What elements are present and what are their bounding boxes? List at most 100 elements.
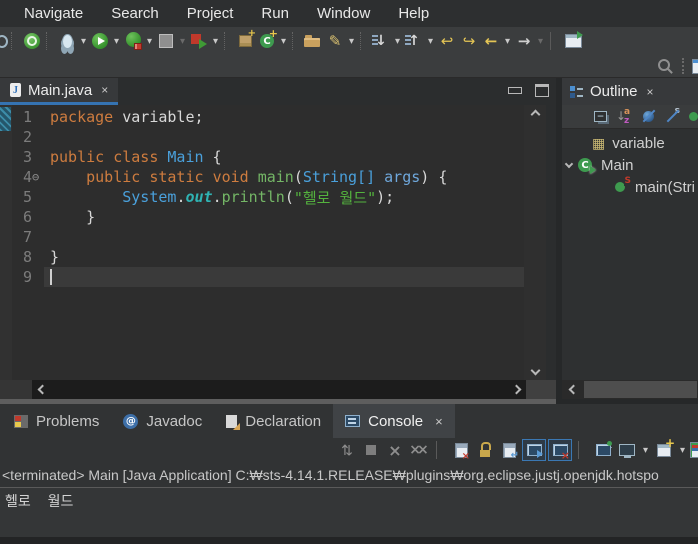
debug-icon[interactable] [56, 30, 78, 52]
outline-tab[interactable]: Outline × [562, 78, 698, 105]
scroll-left-icon[interactable] [32, 380, 52, 399]
tab-main-java[interactable]: Main.java × [0, 78, 119, 105]
scroll-down-icon[interactable] [530, 365, 540, 376]
outline-item-main[interactable]: C Main [562, 154, 698, 176]
code-line[interactable] [44, 227, 524, 247]
relaunch-icon[interactable] [336, 440, 358, 460]
open-task-dropdown-icon[interactable] [346, 30, 357, 52]
vertical-scrollbar[interactable] [524, 105, 546, 380]
code-line[interactable]: System. out. println("헬로 월드"); [44, 187, 524, 207]
next-edit-location-icon[interactable] [458, 30, 480, 52]
profile-dropdown-icon[interactable] [177, 30, 188, 52]
hide-static-icon[interactable] [664, 106, 681, 125]
code-line[interactable]: public static void main(String[] args) { [44, 167, 524, 187]
line-number[interactable]: 5 [12, 187, 44, 207]
code-line[interactable]: package variable; [44, 107, 524, 127]
clear-console-icon[interactable] [450, 440, 472, 462]
forward-icon[interactable] [513, 30, 535, 52]
open-folder-icon[interactable] [302, 30, 324, 52]
quick-search-icon[interactable] [654, 55, 676, 77]
coverage-icon[interactable] [122, 30, 144, 52]
search-icon[interactable] [0, 30, 8, 52]
code-line[interactable] [44, 267, 524, 287]
code-line[interactable]: } [44, 247, 524, 267]
code-line[interactable]: } [44, 207, 524, 227]
chevron-down-icon[interactable] [564, 159, 574, 169]
menu-project[interactable]: Project [173, 5, 248, 22]
next-annotation-icon[interactable] [370, 30, 392, 52]
tab-console[interactable]: Console × [333, 404, 455, 438]
show-stdout-icon[interactable] [522, 439, 546, 461]
open-console-dropdown-icon[interactable] [677, 439, 688, 461]
code-editor[interactable]: 1 2 3 4 ⊖ 5 6 7 8 9 package variable; public class… [0, 105, 556, 380]
console-list-icon[interactable] [690, 440, 698, 460]
line-number[interactable]: 7 [12, 227, 44, 247]
terminate-icon[interactable] [360, 440, 382, 460]
menu-help[interactable]: Help [384, 5, 443, 22]
scroll-lock-icon[interactable] [474, 440, 496, 460]
new-class-icon[interactable] [256, 27, 278, 52]
perspective-java-icon[interactable] [692, 55, 698, 77]
line-number[interactable]: 2 [12, 127, 44, 147]
outline-close-icon[interactable]: × [647, 85, 654, 99]
remove-launch-icon[interactable] [384, 440, 406, 460]
code-line[interactable] [44, 127, 524, 147]
sort-icon[interactable]: ↓ a z [616, 107, 633, 126]
word-wrap-icon[interactable] [498, 440, 520, 461]
terminate-relaunch-dropdown-icon[interactable] [210, 30, 221, 52]
debug-dropdown-icon[interactable] [78, 30, 89, 52]
open-task-icon[interactable] [324, 30, 346, 52]
code-area[interactable]: package variable; public class Main { pub… [44, 105, 524, 380]
outline-item-mainstri[interactable]: main(Stri [562, 176, 698, 198]
terminate-relaunch-icon[interactable] [188, 30, 210, 52]
run-last-launched-icon[interactable] [21, 30, 43, 52]
minimize-icon[interactable] [508, 84, 522, 96]
menu-navigate[interactable]: Navigate [10, 5, 97, 22]
display-console-icon[interactable] [616, 440, 638, 460]
profile-icon[interactable] [155, 30, 177, 52]
coverage-dropdown-icon[interactable] [144, 30, 155, 52]
tab-javadoc[interactable]: Javadoc [111, 404, 214, 438]
back-icon[interactable] [480, 30, 502, 52]
menu-run[interactable]: Run [247, 5, 303, 22]
line-number[interactable]: 4 ⊖ [12, 167, 44, 187]
forward-dropdown-icon[interactable] [535, 30, 546, 52]
remove-all-terminated-icon[interactable] [408, 440, 430, 460]
console-output[interactable]: 헬로 월드 [0, 488, 698, 537]
line-number-gutter[interactable]: 1 2 3 4 ⊖ 5 6 7 8 9 [12, 105, 44, 380]
menu-search[interactable]: Search [97, 5, 173, 22]
line-number[interactable]: 1 [12, 107, 44, 127]
run-icon[interactable] [89, 30, 111, 52]
scroll-up-icon[interactable] [530, 109, 540, 120]
scroll-right-icon[interactable] [506, 380, 526, 399]
outline-item-variable[interactable]: ▦ variable [562, 132, 698, 154]
line-number[interactable]: 3 [12, 147, 44, 167]
display-console-dropdown-icon[interactable] [640, 439, 651, 461]
annotation-ruler[interactable] [0, 105, 12, 380]
toolbar-handle[interactable] [682, 58, 688, 74]
last-edit-location-icon[interactable] [436, 30, 458, 52]
open-console-icon[interactable] [653, 436, 675, 460]
tab-close-icon[interactable]: × [435, 414, 443, 429]
new-class-dropdown-icon[interactable] [278, 30, 289, 52]
menu-window[interactable]: Window [303, 5, 384, 22]
run-dropdown-icon[interactable] [111, 30, 122, 52]
collapse-all-icon[interactable] [592, 108, 609, 125]
back-dropdown-icon[interactable] [502, 30, 513, 52]
scroll-left-icon[interactable] [562, 380, 584, 399]
line-number[interactable]: 9 [12, 267, 44, 287]
previous-annotation-dropdown-icon[interactable] [425, 30, 436, 52]
next-annotation-dropdown-icon[interactable] [392, 30, 403, 52]
tab-declaration[interactable]: Declaration [214, 404, 333, 438]
line-number[interactable]: 6 [12, 207, 44, 227]
outline-scrollbar[interactable] [562, 380, 698, 399]
open-perspective-icon[interactable] [562, 30, 584, 52]
tab-close-icon[interactable]: × [101, 83, 108, 97]
code-line[interactable]: public class Main { [44, 147, 524, 167]
maximize-icon[interactable] [535, 84, 549, 97]
hide-fields-icon[interactable] [640, 108, 657, 125]
tab-problems[interactable]: Problems [2, 404, 111, 438]
scrollbar-track[interactable] [52, 380, 506, 399]
horizontal-scrollbar[interactable] [0, 380, 556, 399]
previous-annotation-icon[interactable] [403, 30, 425, 52]
